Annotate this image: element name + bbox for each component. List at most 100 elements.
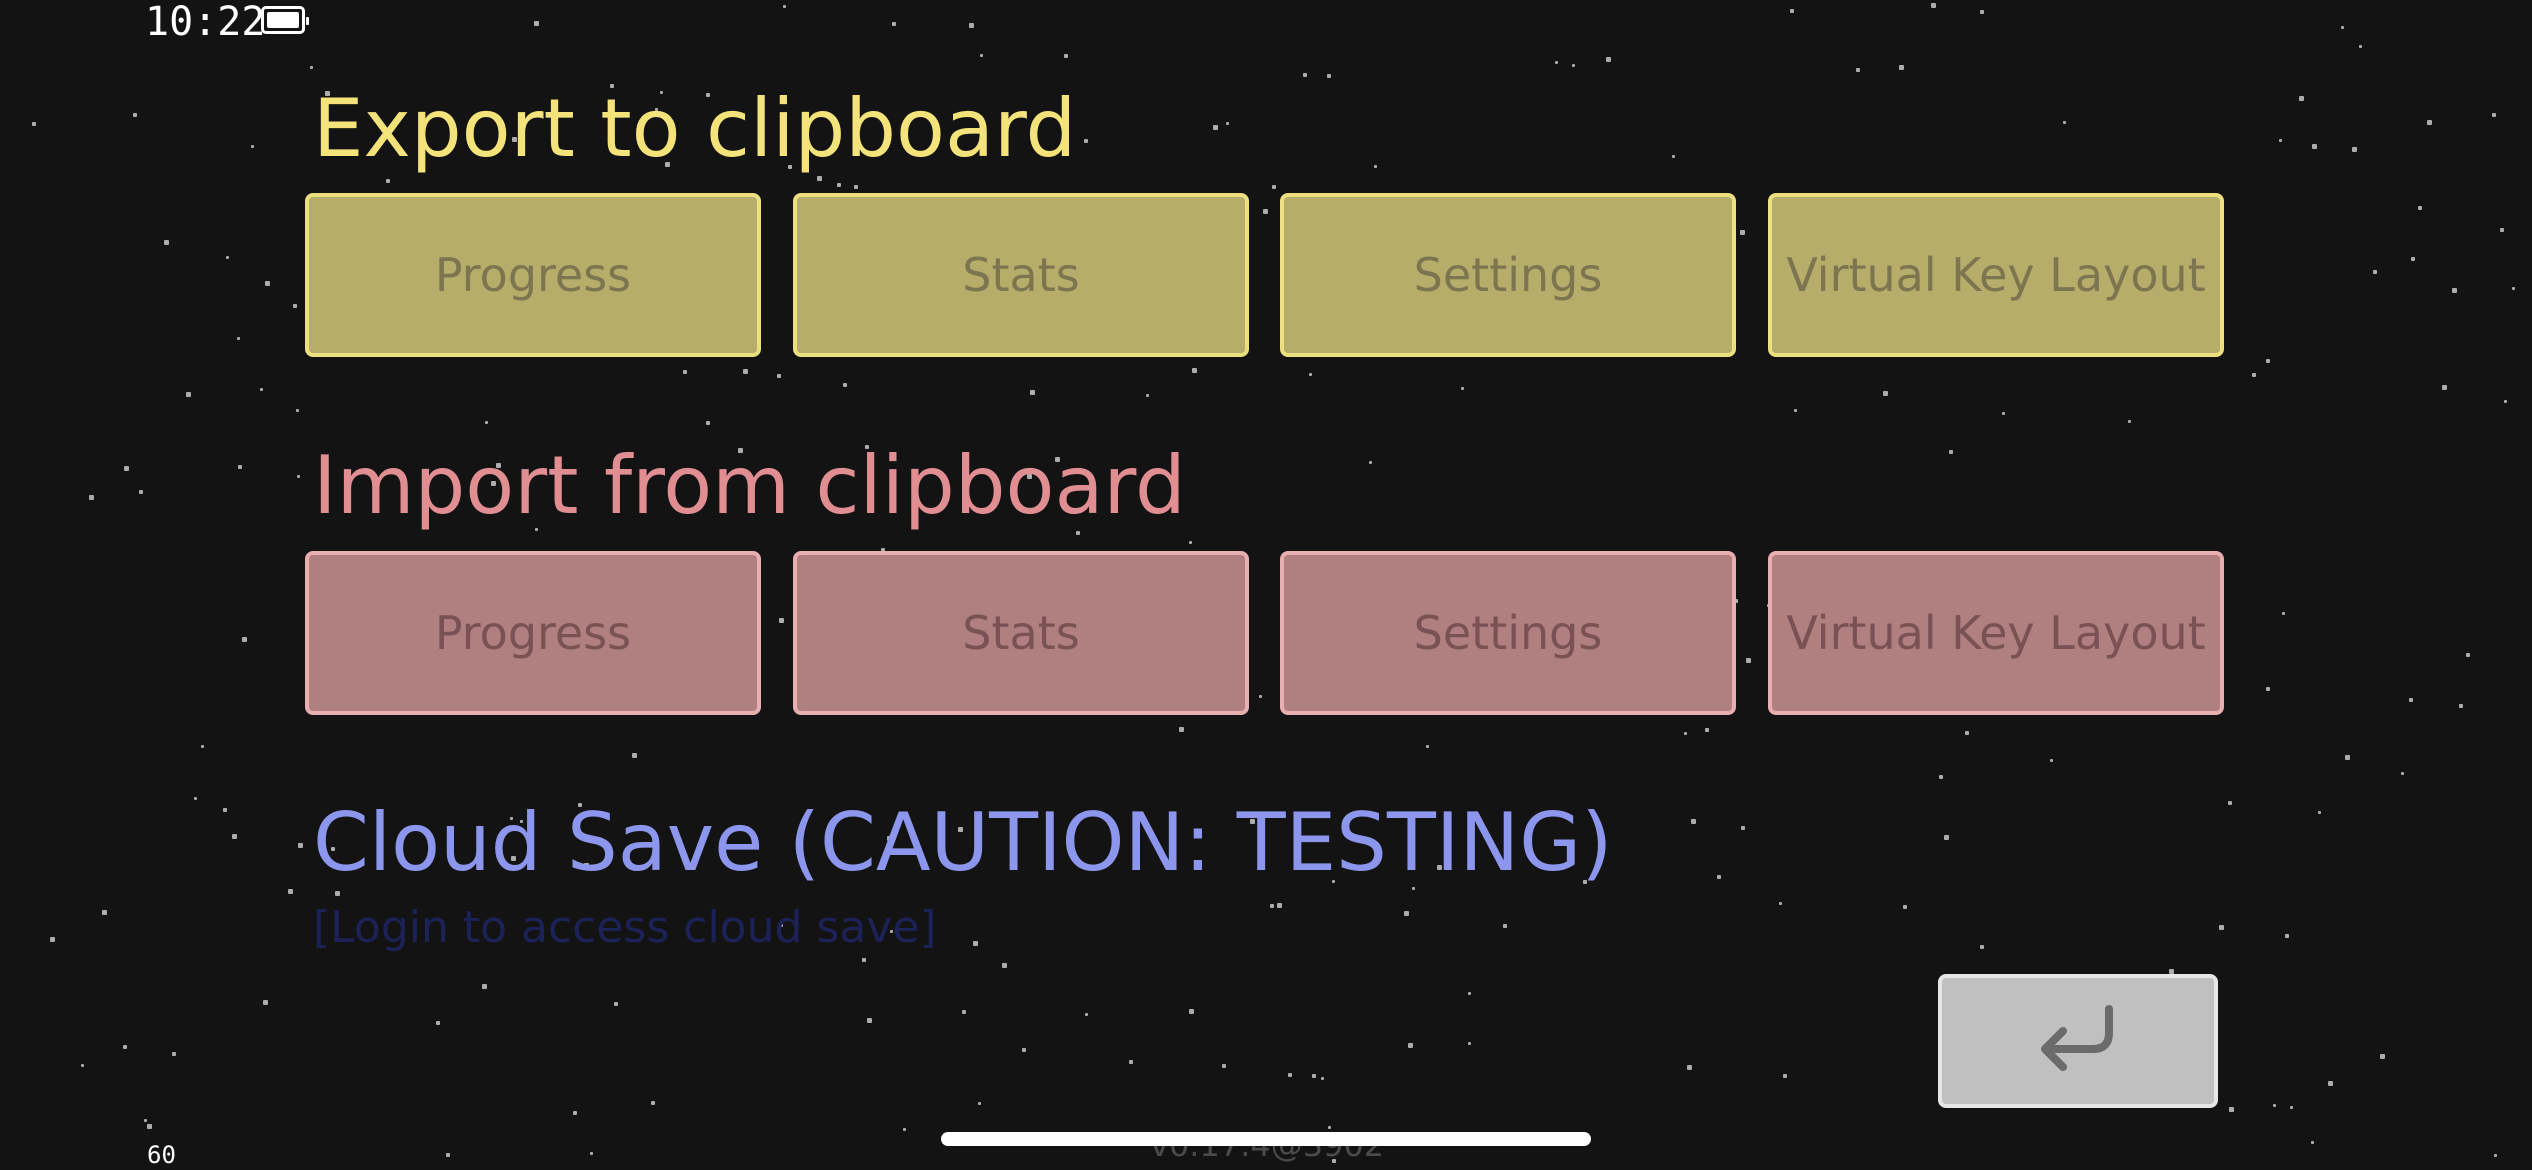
- star: [1213, 125, 1218, 130]
- star: [2494, 1154, 2497, 1157]
- star: [2500, 228, 2504, 232]
- export-stats-button[interactable]: Stats: [793, 193, 1249, 357]
- star: [783, 5, 786, 8]
- star: [2285, 934, 2289, 938]
- star: [743, 369, 748, 374]
- star: [573, 1111, 577, 1115]
- home-indicator[interactable]: [941, 1132, 1591, 1146]
- back-button[interactable]: [1938, 974, 2218, 1108]
- star: [1717, 875, 1721, 879]
- star: [1779, 902, 1782, 905]
- star: [1309, 373, 1312, 376]
- star: [296, 409, 299, 412]
- star: [1687, 1065, 1692, 1070]
- star: [2352, 147, 2357, 152]
- star: [1949, 450, 1953, 454]
- star: [2492, 113, 2496, 117]
- star: [980, 54, 983, 57]
- star: [446, 1153, 450, 1157]
- star: [201, 745, 204, 748]
- star: [1691, 819, 1696, 824]
- star: [1931, 3, 1936, 8]
- star: [1189, 1009, 1194, 1014]
- export-settings-button[interactable]: Settings: [1280, 193, 1736, 357]
- star: [903, 1128, 906, 1131]
- star: [2328, 1081, 2333, 1086]
- star: [144, 1119, 147, 1122]
- import-progress-button[interactable]: Progress: [305, 551, 761, 715]
- star: [223, 808, 227, 812]
- star: [2411, 257, 2415, 261]
- import-virtual-key-layout-button[interactable]: Virtual Key Layout: [1768, 551, 2224, 715]
- star: [1064, 54, 1068, 58]
- star: [297, 475, 300, 478]
- star: [2409, 698, 2413, 702]
- cloud-login-link[interactable]: [Login to access cloud save]: [313, 902, 937, 954]
- star: [973, 941, 978, 946]
- star: [683, 370, 687, 374]
- star: [2311, 1141, 2314, 1144]
- star: [651, 1101, 655, 1105]
- star: [194, 797, 197, 800]
- star: [590, 1152, 593, 1155]
- star: [1272, 185, 1276, 189]
- star: [2459, 704, 2463, 708]
- star: [2290, 1106, 2293, 1109]
- star: [1468, 1042, 1471, 1045]
- star: [1783, 1074, 1787, 1078]
- star: [81, 1064, 84, 1067]
- star: [2418, 206, 2422, 210]
- star: [2401, 772, 2404, 775]
- star: [2050, 759, 2053, 762]
- battery-icon: [261, 6, 309, 34]
- star: [1374, 165, 1377, 168]
- export-progress-button[interactable]: Progress: [305, 193, 761, 357]
- star: [147, 1124, 152, 1129]
- star: [892, 22, 896, 26]
- star: [2359, 45, 2362, 48]
- return-arrow-icon: [2041, 1005, 2113, 1071]
- star: [186, 392, 191, 397]
- fps-counter: 60: [147, 1141, 176, 1169]
- star: [1259, 695, 1262, 698]
- star: [1503, 924, 1507, 928]
- star: [232, 834, 237, 839]
- star: [1426, 745, 1429, 748]
- star: [2002, 412, 2005, 415]
- star: [238, 465, 242, 469]
- star: [50, 937, 55, 942]
- import-settings-button[interactable]: Settings: [1280, 551, 1736, 715]
- star: [1408, 1043, 1413, 1048]
- star: [1222, 1064, 1226, 1068]
- import-stats-button[interactable]: Stats: [793, 551, 1249, 715]
- star: [1189, 541, 1192, 544]
- star: [32, 122, 36, 126]
- star: [1856, 68, 1860, 72]
- star: [1684, 732, 1687, 735]
- star: [89, 495, 94, 500]
- star: [1022, 1048, 1026, 1052]
- star: [1572, 64, 1575, 67]
- star: [2228, 801, 2232, 805]
- star: [817, 176, 822, 181]
- star: [1226, 122, 1229, 125]
- star: [226, 256, 229, 259]
- star: [2442, 385, 2447, 390]
- star: [263, 1000, 268, 1005]
- star: [1883, 391, 1888, 396]
- star: [1965, 731, 1969, 735]
- import-section-title: Import from clipboard: [313, 439, 1186, 532]
- star: [1312, 1074, 1316, 1078]
- star: [1790, 9, 1794, 13]
- star: [1794, 409, 1797, 412]
- star: [242, 637, 247, 642]
- star: [260, 388, 263, 391]
- star: [133, 113, 137, 117]
- star: [1303, 73, 1307, 77]
- star: [1084, 139, 1088, 143]
- star: [2373, 270, 2377, 274]
- star: [1746, 658, 1751, 663]
- star: [2504, 400, 2507, 403]
- export-virtual-key-layout-button[interactable]: Virtual Key Layout: [1768, 193, 2224, 357]
- star: [1321, 1077, 1324, 1080]
